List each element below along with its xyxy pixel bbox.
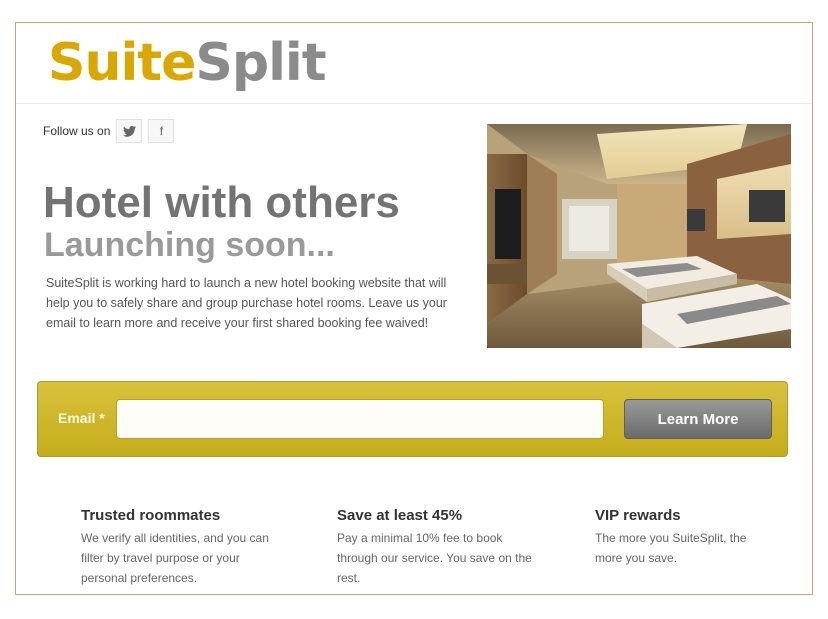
hotel-room-photo (487, 124, 791, 348)
feature-text: We verify all identities, and you can fi… (81, 531, 269, 585)
hero-description: SuiteSplit is working hard to launch a n… (46, 276, 447, 330)
feature-title: Trusted roommates (81, 507, 221, 524)
site-header: SuiteSplit (16, 23, 812, 104)
suitesplit-logo[interactable]: SuiteSplit (48, 31, 327, 95)
hero-headline: Hotel with others (43, 178, 400, 227)
follow-us-bar: Follow us on f (43, 119, 175, 143)
facebook-f-glyph: f (159, 124, 164, 138)
feature-title: VIP rewards (595, 507, 681, 524)
feature-save-45: Save at least 45% Pay a minimal 10% fee … (337, 507, 537, 588)
facebook-icon[interactable]: f (148, 119, 175, 143)
email-signup-band: Email * Learn More (37, 381, 788, 457)
page-frame: SuiteSplit Follow us on f Hotel with oth… (15, 22, 813, 595)
logo-suite-text: Suite (48, 33, 196, 93)
feature-text: Pay a minimal 10% fee to book through ou… (337, 531, 532, 585)
hotel-room-illustration (487, 124, 791, 348)
logo-split-text: Split (195, 33, 326, 93)
follow-us-label: Follow us on (43, 124, 111, 138)
feature-text: The more you SuiteSplit, the more you sa… (595, 531, 747, 565)
email-label: Email * (58, 410, 105, 426)
learn-more-button[interactable]: Learn More (624, 399, 772, 439)
twitter-bird-glyph (122, 125, 136, 137)
twitter-icon[interactable] (116, 119, 143, 143)
feature-trusted-roommates: Trusted roommates We verify all identiti… (81, 507, 281, 588)
feature-vip-rewards: VIP rewards The more you SuiteSplit, the… (595, 507, 775, 568)
feature-title: Save at least 45% (337, 507, 463, 524)
email-field[interactable] (116, 399, 604, 439)
hero-subheadline: Launching soon... (44, 226, 335, 264)
